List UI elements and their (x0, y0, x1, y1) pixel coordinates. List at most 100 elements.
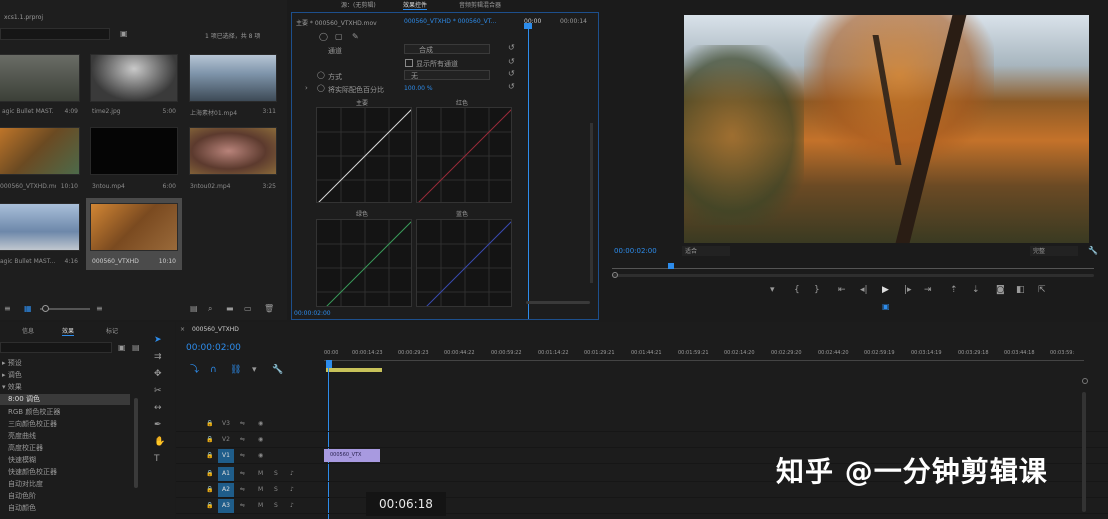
close-icon[interactable]: × (180, 326, 185, 333)
list-item[interactable]: ▾ 效果 (2, 382, 22, 392)
wrench-icon[interactable]: 🔧 (272, 366, 283, 375)
find-icon[interactable]: ⌕ (208, 304, 212, 313)
ripple-edit-tool-icon[interactable]: ✥ (154, 370, 162, 379)
lock-icon[interactable]: 🔒 (206, 420, 213, 427)
step-back-icon[interactable]: ◂| (860, 286, 868, 295)
automate-icon[interactable]: ▤ (190, 304, 198, 313)
mic-icon[interactable]: ♪ (290, 502, 294, 509)
track-source-patch[interactable]: A3 (218, 499, 234, 513)
lock-icon[interactable]: 🔒 (206, 452, 213, 459)
accelerated-icon[interactable]: ▣ (118, 343, 126, 352)
track-source-patch[interactable]: A2 (218, 483, 234, 497)
tab-audio-mixer[interactable]: 音频剪辑混合器 (459, 0, 501, 9)
mark-in-icon[interactable]: { (794, 286, 800, 295)
new-item-icon[interactable]: ▭ (244, 304, 252, 313)
work-area-bar[interactable] (326, 368, 382, 372)
icon-view-icon[interactable]: ▦ (24, 304, 32, 313)
selection-tool-icon[interactable]: ➤ (154, 336, 162, 345)
blue-curve[interactable] (416, 219, 512, 307)
red-curve[interactable] (416, 107, 512, 203)
media-thumbnail[interactable] (189, 127, 277, 175)
go-to-in-icon[interactable]: ⇤ (838, 286, 846, 295)
media-thumbnail[interactable] (90, 54, 178, 102)
lock-icon[interactable]: 🔒 (206, 436, 213, 443)
sort-icon[interactable]: ≡ (96, 304, 103, 313)
sync-lock-icon[interactable]: ⇋ (240, 470, 245, 477)
new-bin-icon[interactable]: ▣ (120, 29, 128, 38)
list-item[interactable]: 自动颜色 (8, 503, 36, 513)
go-to-out-icon[interactable]: ⇥ (924, 286, 932, 295)
razor-tool-icon[interactable]: ✂ (154, 387, 162, 396)
snap-icon[interactable]: ∩ (210, 366, 217, 375)
zoom-bar-handle[interactable] (612, 272, 618, 278)
lock-icon[interactable]: 🔒 (206, 470, 213, 477)
trash-icon[interactable]: 🗑 (264, 304, 274, 313)
solo-button[interactable]: S (274, 502, 278, 509)
hand-tool-icon[interactable]: ✋ (154, 438, 165, 447)
lift-icon[interactable]: ⇡ (950, 286, 958, 295)
pen-tool-icon[interactable]: ✒ (154, 421, 162, 430)
solo-button[interactable]: S (274, 470, 278, 477)
list-item-selected[interactable]: 8:00 调色 (0, 394, 130, 405)
wrench-icon[interactable]: 🔧 (1088, 246, 1098, 255)
effects-playhead[interactable] (528, 27, 529, 319)
button-editor-icon[interactable]: ▣ (882, 302, 890, 311)
sequence-tab[interactable]: 000560_VTXHD (192, 326, 239, 333)
time-ruler[interactable]: 00:00 00:00:14:23 00:00:29:23 00:00:44:2… (324, 346, 1084, 364)
ellipse-mask-icon[interactable]: ◯ (319, 32, 328, 41)
new-bin-icon[interactable]: ▤ (132, 343, 140, 352)
show-all-checkbox[interactable] (405, 59, 413, 67)
sync-lock-icon[interactable]: ⇋ (240, 502, 245, 509)
keyframe-zoom-scrollbar[interactable] (526, 301, 590, 304)
export-frame-icon[interactable]: ⇱ (1038, 286, 1046, 295)
reset-icon[interactable]: ↺ (508, 82, 515, 91)
linked-selection-icon[interactable]: ⛓ (230, 366, 241, 375)
reset-icon[interactable]: ↺ (508, 43, 515, 52)
sync-lock-icon[interactable]: ⇋ (240, 486, 245, 493)
mode-select[interactable]: 无 (404, 70, 490, 80)
mark-out-icon[interactable]: } (814, 286, 820, 295)
track-label[interactable]: V3 (222, 420, 230, 427)
nest-icon[interactable]: ⤵ (190, 366, 199, 375)
eye-icon[interactable]: ◉ (258, 420, 263, 427)
track-source-patch[interactable]: A1 (218, 467, 234, 481)
solo-button[interactable]: S (274, 486, 278, 493)
list-item[interactable]: 高度校正器 (8, 443, 43, 453)
sync-lock-icon[interactable]: ⇋ (240, 452, 245, 459)
green-curve[interactable] (316, 219, 412, 307)
eye-icon[interactable]: ◉ (258, 452, 263, 459)
sync-lock-icon[interactable]: ⇋ (240, 436, 245, 443)
timeline-playhead-handle[interactable] (326, 360, 332, 368)
effects-scrollbar[interactable] (590, 123, 593, 283)
media-thumbnail[interactable] (189, 54, 277, 102)
media-thumbnail[interactable] (90, 203, 178, 251)
program-playhead[interactable] (668, 263, 674, 269)
mic-icon[interactable]: ♪ (290, 470, 294, 477)
program-video-frame[interactable] (684, 15, 1089, 243)
master-curve[interactable] (316, 107, 412, 203)
stopwatch-icon[interactable]: ◯ (317, 84, 325, 93)
list-item[interactable]: ▸ 调色 (2, 370, 22, 380)
eye-icon[interactable]: ◉ (258, 436, 263, 443)
list-item[interactable]: 自动色阶 (8, 491, 36, 501)
add-marker-icon[interactable]: ▾ (770, 286, 775, 295)
mute-button[interactable]: M (258, 502, 263, 509)
list-view-icon[interactable]: ≡ (4, 304, 11, 313)
tab-source[interactable]: 源：(无剪辑) (341, 0, 376, 9)
list-item[interactable]: 三向颜色校正器 (8, 419, 57, 429)
track-source-patch[interactable]: V1 (218, 449, 234, 463)
list-item[interactable]: 快速模糊 (8, 455, 36, 465)
mute-button[interactable]: M (258, 470, 263, 477)
channel-select[interactable]: 合成 (404, 44, 490, 54)
reset-icon[interactable]: ↺ (508, 69, 515, 78)
fit-select[interactable]: 适合 (682, 246, 730, 256)
lock-icon[interactable]: 🔒 (206, 502, 213, 509)
list-item[interactable]: ▸ 预设 (2, 358, 22, 368)
percent-value[interactable]: 100.00 % (404, 85, 433, 92)
tab-markers[interactable]: 标记 (106, 326, 118, 335)
program-zoom-bar[interactable] (612, 274, 1094, 277)
extract-icon[interactable]: ⇣ (972, 286, 980, 295)
list-item[interactable]: 快速颜色校正器 (8, 467, 57, 477)
program-time-ruler[interactable] (612, 268, 1094, 269)
quality-select[interactable]: 完整 (1030, 246, 1078, 256)
